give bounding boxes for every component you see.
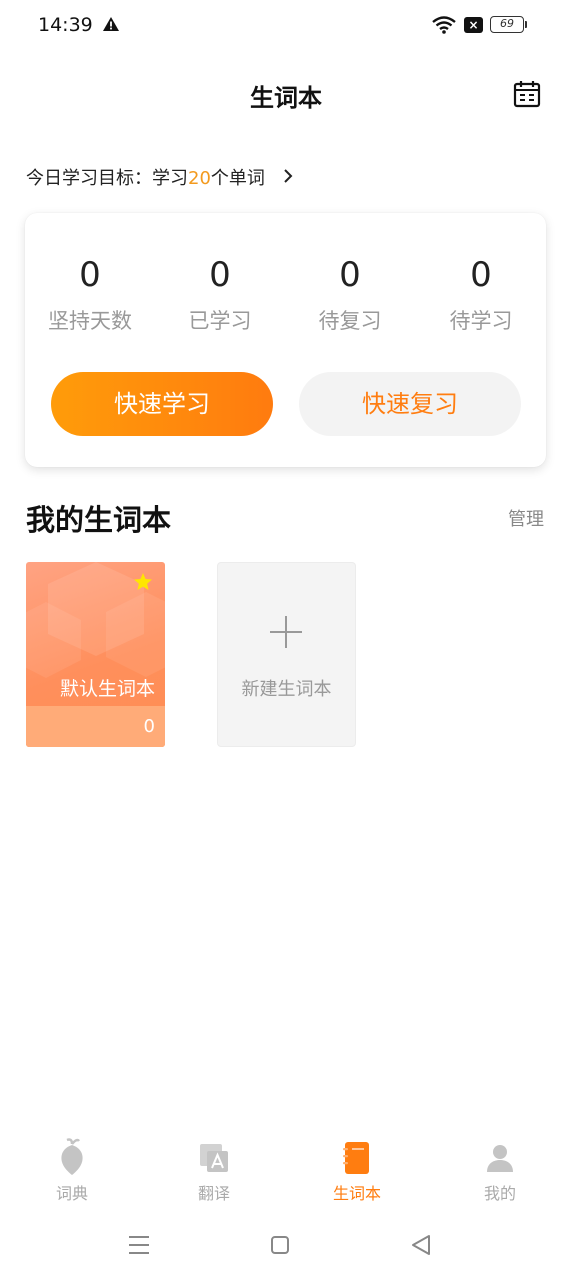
stat-value: 0: [470, 255, 492, 295]
chevron-right-icon[interactable]: [282, 167, 294, 185]
notebook-word-count: 0: [143, 716, 155, 737]
tab-label: 词典: [55, 1184, 88, 1203]
profile-icon: [487, 1145, 513, 1172]
goal-suffix: 个单词: [210, 168, 265, 189]
tab-label: 翻译: [197, 1184, 230, 1203]
stat-value: 0: [339, 255, 361, 295]
tab-translate[interactable]: 翻译: [164, 1136, 264, 1204]
tab-profile[interactable]: 我的: [450, 1136, 550, 1204]
goal-prefix: 今日学习目标：学习: [26, 168, 188, 189]
dictionary-icon: [61, 1138, 83, 1175]
status-time: 14:39: [38, 14, 93, 36]
stat-streak-days: 0 坚持天数: [25, 253, 155, 335]
sim-off-icon: ×: [464, 17, 483, 33]
goal-count: 20: [188, 168, 211, 189]
section-title: 我的生词本: [26, 503, 172, 537]
quick-learn-button[interactable]: 快速学习: [51, 372, 273, 436]
new-notebook-button[interactable]: 新建生词本: [217, 562, 356, 747]
notebook-name: 默认生词本: [59, 678, 155, 700]
home-icon[interactable]: [271, 1236, 289, 1254]
back-icon[interactable]: [410, 1233, 432, 1257]
stat-label: 已学习: [188, 309, 252, 333]
wifi-icon: [432, 16, 456, 34]
warning-icon: [103, 17, 119, 31]
tab-label: 我的: [483, 1184, 516, 1203]
star-icon: [134, 573, 152, 590]
stat-value: 0: [79, 255, 101, 295]
plus-icon: [270, 616, 302, 648]
stat-label: 待学习: [449, 309, 513, 333]
study-stats-card: 0 坚持天数 0 已学习 0 待复习 0 待学习 快速学习 快速复习: [25, 213, 546, 467]
tab-dictionary[interactable]: 词典: [22, 1136, 122, 1204]
new-notebook-label: 新建生词本: [241, 679, 332, 700]
stat-label: 坚持天数: [48, 309, 132, 333]
manage-button[interactable]: 管理: [508, 505, 544, 531]
stat-to-learn: 0 待学习: [416, 253, 546, 335]
tab-notebook[interactable]: 生词本: [307, 1136, 407, 1204]
stat-to-review: 0 待复习: [285, 253, 415, 335]
notebook-icon: [343, 1142, 369, 1174]
calendar-icon[interactable]: [513, 80, 541, 108]
page-title: 生词本: [250, 84, 322, 112]
battery-icon: 69: [490, 16, 527, 33]
translate-icon: [200, 1144, 228, 1172]
stat-learned: 0 已学习: [155, 253, 285, 335]
stat-value: 0: [209, 255, 231, 295]
notebook-card[interactable]: 默认生词本 0: [26, 562, 165, 747]
stat-label: 待复习: [318, 309, 382, 333]
daily-goal[interactable]: 今日学习目标：学习20个单词: [26, 164, 265, 190]
quick-review-button[interactable]: 快速复习: [299, 372, 521, 436]
menu-icon[interactable]: [128, 1234, 150, 1256]
tab-label: 生词本: [332, 1184, 381, 1203]
